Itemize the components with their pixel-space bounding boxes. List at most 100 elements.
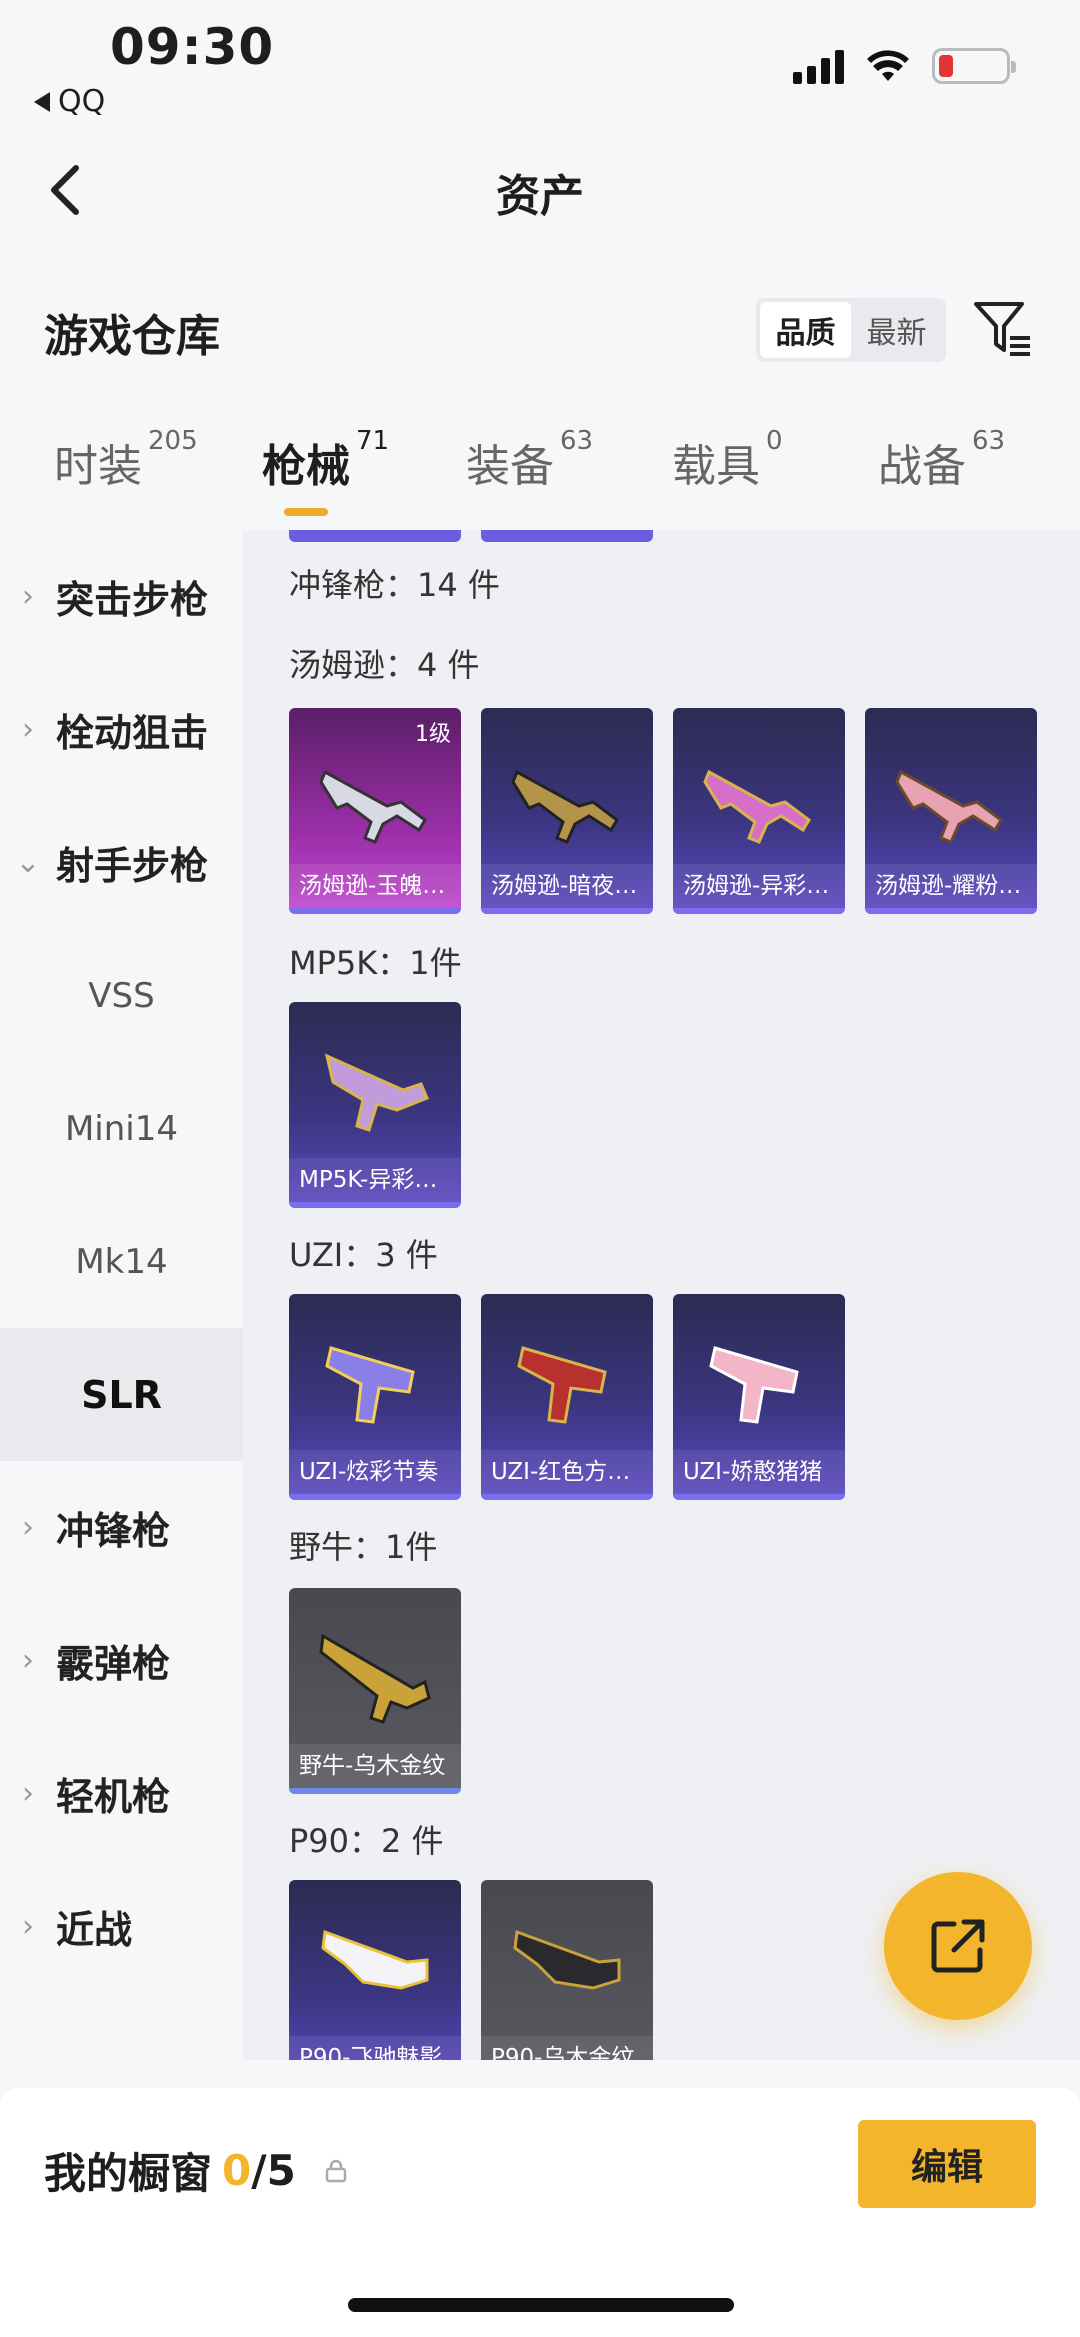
tab-label: 装备: [466, 441, 554, 492]
page-title: 资产: [496, 171, 584, 222]
group-label: 野牛：1件: [289, 1528, 438, 1566]
card-stub: [481, 530, 653, 542]
sidebar-item-label: 近战: [56, 1908, 133, 1952]
item-card[interactable]: 野牛-乌木金纹: [289, 1588, 461, 1794]
group-label: P90：2 件: [289, 1822, 444, 1860]
item-name: UZI-红色方…: [481, 1450, 653, 1494]
group-label: MP5K：1件: [289, 944, 462, 982]
back-triangle-icon: [34, 91, 50, 112]
group-label: UZI：3 件: [289, 1236, 438, 1274]
rarity-bar: [481, 1494, 653, 1500]
item-name: P90-飞驰魅影: [289, 2036, 461, 2060]
sidebar-item-label: 射手步枪: [56, 844, 209, 888]
external-link-icon: [931, 1919, 985, 1973]
tab-label: 枪械: [262, 441, 350, 492]
chevron-right-icon: ›: [22, 712, 34, 747]
item-card[interactable]: UZI-红色方…: [481, 1294, 653, 1500]
item-card[interactable]: MP5K-异彩…: [289, 1002, 461, 1208]
thompson-gun-icon: [511, 769, 619, 844]
rarity-bar: [673, 908, 845, 914]
thompson-gun-icon: [319, 769, 427, 844]
chevron-right-icon: ›: [22, 1776, 34, 1811]
item-name: UZI-娇憨猪猪: [673, 1450, 845, 1494]
sidebar-item-melee[interactable]: › 近战: [0, 1860, 243, 1993]
group-label: 汤姆逊：4 件: [289, 646, 480, 684]
thompson-gun-icon: [895, 769, 1003, 844]
sidebar-sub-mini14[interactable]: Mini14: [0, 1062, 243, 1195]
edit-button[interactable]: 编辑: [858, 2120, 1036, 2208]
item-card[interactable]: 汤姆逊-异彩…: [673, 708, 845, 914]
sidebar-item-label: 栓动狙击: [56, 711, 209, 755]
category-tabs: 时装 205 枪械 71 装备 63 载具 0 战备 63: [0, 426, 1080, 530]
item-name: 汤姆逊-异彩…: [673, 864, 845, 908]
share-button[interactable]: [884, 1872, 1032, 2020]
tab-count: 63: [972, 426, 1006, 456]
tab-count: 0: [766, 426, 783, 456]
sidebar-item-shotgun[interactable]: › 霰弹枪: [0, 1594, 243, 1727]
showcase-total-count: /5: [251, 2146, 296, 2195]
sidebar-item-label: 霰弹枪: [56, 1642, 171, 1686]
sort-option-quality[interactable]: 品质: [760, 302, 851, 358]
rarity-bar: [673, 1494, 845, 1500]
item-name: P90-乌木金纹: [481, 2036, 653, 2060]
card-stub: [289, 530, 461, 542]
item-name: 野牛-乌木金纹: [289, 1744, 461, 1788]
item-card[interactable]: UZI-娇憨猪猪: [673, 1294, 845, 1500]
item-card[interactable]: 1级 汤姆逊-玉魄…: [289, 708, 461, 914]
showcase-label: 我的橱窗: [44, 2149, 213, 2198]
tab-count: 63: [560, 426, 594, 456]
bizon-gun-icon: [319, 1633, 431, 1724]
sidebar-item-label: 冲锋枪: [56, 1509, 171, 1553]
tab-fashion[interactable]: 时装 205: [54, 426, 198, 494]
item-card[interactable]: UZI-炫彩节奏: [289, 1294, 461, 1500]
tab-combat-supplies[interactable]: 战备 63: [878, 426, 1005, 494]
rarity-bar: [289, 1202, 461, 1208]
tab-guns[interactable]: 枪械 71: [262, 426, 389, 494]
rarity-bar: [289, 1494, 461, 1500]
chevron-right-icon: ›: [22, 1909, 34, 1944]
sidebar-sub-mk14[interactable]: Mk14: [0, 1195, 243, 1328]
battery-icon: [932, 48, 1016, 84]
sidebar-item-assault-rifle[interactable]: › 突击步枪: [0, 530, 243, 663]
item-grid: 冲锋枪：14 件 汤姆逊：4 件 1级 汤姆逊-玉魄… 汤姆逊-暗夜… 汤姆逊-…: [243, 530, 1080, 2060]
item-card[interactable]: 汤姆逊-耀粉…: [865, 708, 1037, 914]
status-icons: [793, 48, 1016, 84]
item-name: 汤姆逊-暗夜…: [481, 864, 653, 908]
item-card[interactable]: P90-飞驰魅影: [289, 1880, 461, 2060]
item-name: 汤姆逊-玉魄…: [289, 864, 461, 908]
item-name: UZI-炫彩节奏: [289, 1450, 461, 1494]
sort-toggle[interactable]: 品质 最新: [756, 298, 946, 362]
filter-icon[interactable]: [972, 298, 1034, 360]
sidebar-sub-vss[interactable]: VSS: [0, 929, 243, 1062]
tab-label: 战备: [878, 441, 966, 492]
sidebar-sub-slr[interactable]: SLR: [0, 1328, 243, 1461]
rarity-bar: [289, 1788, 461, 1794]
sidebar-item-bolt-sniper[interactable]: › 栓动狙击: [0, 663, 243, 796]
category-summary: 冲锋枪：14 件: [289, 566, 500, 604]
item-name: MP5K-异彩…: [289, 1158, 461, 1202]
rarity-bar: [481, 908, 653, 914]
item-name: 汤姆逊-耀粉…: [865, 864, 1037, 908]
sidebar-item-lmg[interactable]: › 轻机枪: [0, 1727, 243, 1860]
back-to-app-link[interactable]: QQ: [34, 84, 105, 119]
tab-count: 205: [148, 426, 198, 456]
sort-option-latest[interactable]: 最新: [851, 302, 942, 358]
status-time: 09:30: [110, 18, 275, 76]
tab-vehicles[interactable]: 载具 0: [672, 426, 783, 494]
sidebar-item-smg[interactable]: › 冲锋枪: [0, 1461, 243, 1594]
item-card[interactable]: 汤姆逊-暗夜…: [481, 708, 653, 914]
home-indicator[interactable]: [348, 2298, 734, 2312]
showcase-info: 我的橱窗 0 /5: [44, 2140, 348, 2201]
wifi-icon: [867, 50, 909, 81]
sidebar-item-marksman-rifle[interactable]: ⌄ 射手步枪: [0, 796, 243, 929]
tab-equipment[interactable]: 装备 63: [466, 426, 593, 494]
lock-icon: [325, 2159, 347, 2182]
item-card[interactable]: P90-乌木金纹: [481, 1880, 653, 2060]
active-tab-indicator: [284, 508, 328, 516]
warehouse-title: 游戏仓库: [44, 311, 220, 362]
rarity-bar: [289, 908, 461, 914]
uzi-gun-icon: [325, 1346, 415, 1424]
rarity-bar: [865, 908, 1037, 914]
chevron-right-icon: ›: [22, 579, 34, 614]
chevron-right-icon: ›: [22, 1510, 34, 1545]
